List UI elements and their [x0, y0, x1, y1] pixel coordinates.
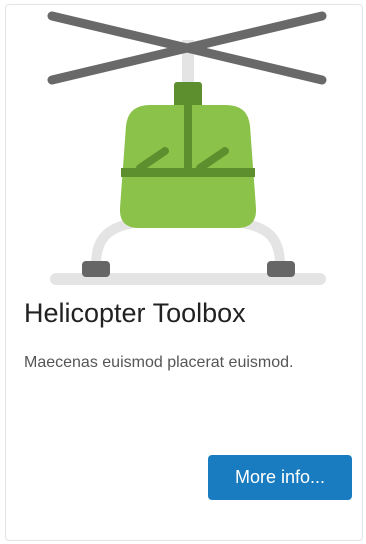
card-description: Maecenas euismod placerat euismod.: [24, 354, 294, 371]
skid-supports: [91, 217, 285, 266]
body-center-line: [184, 105, 192, 177]
card-title: Helicopter Toolbox: [24, 298, 246, 328]
more-info-button[interactable]: More info...: [208, 455, 352, 500]
rotor-hub: [174, 82, 202, 108]
skid-foot-right: [267, 261, 295, 277]
skid-foot-left: [82, 261, 110, 277]
helicopter-icon: [47, 11, 327, 285]
